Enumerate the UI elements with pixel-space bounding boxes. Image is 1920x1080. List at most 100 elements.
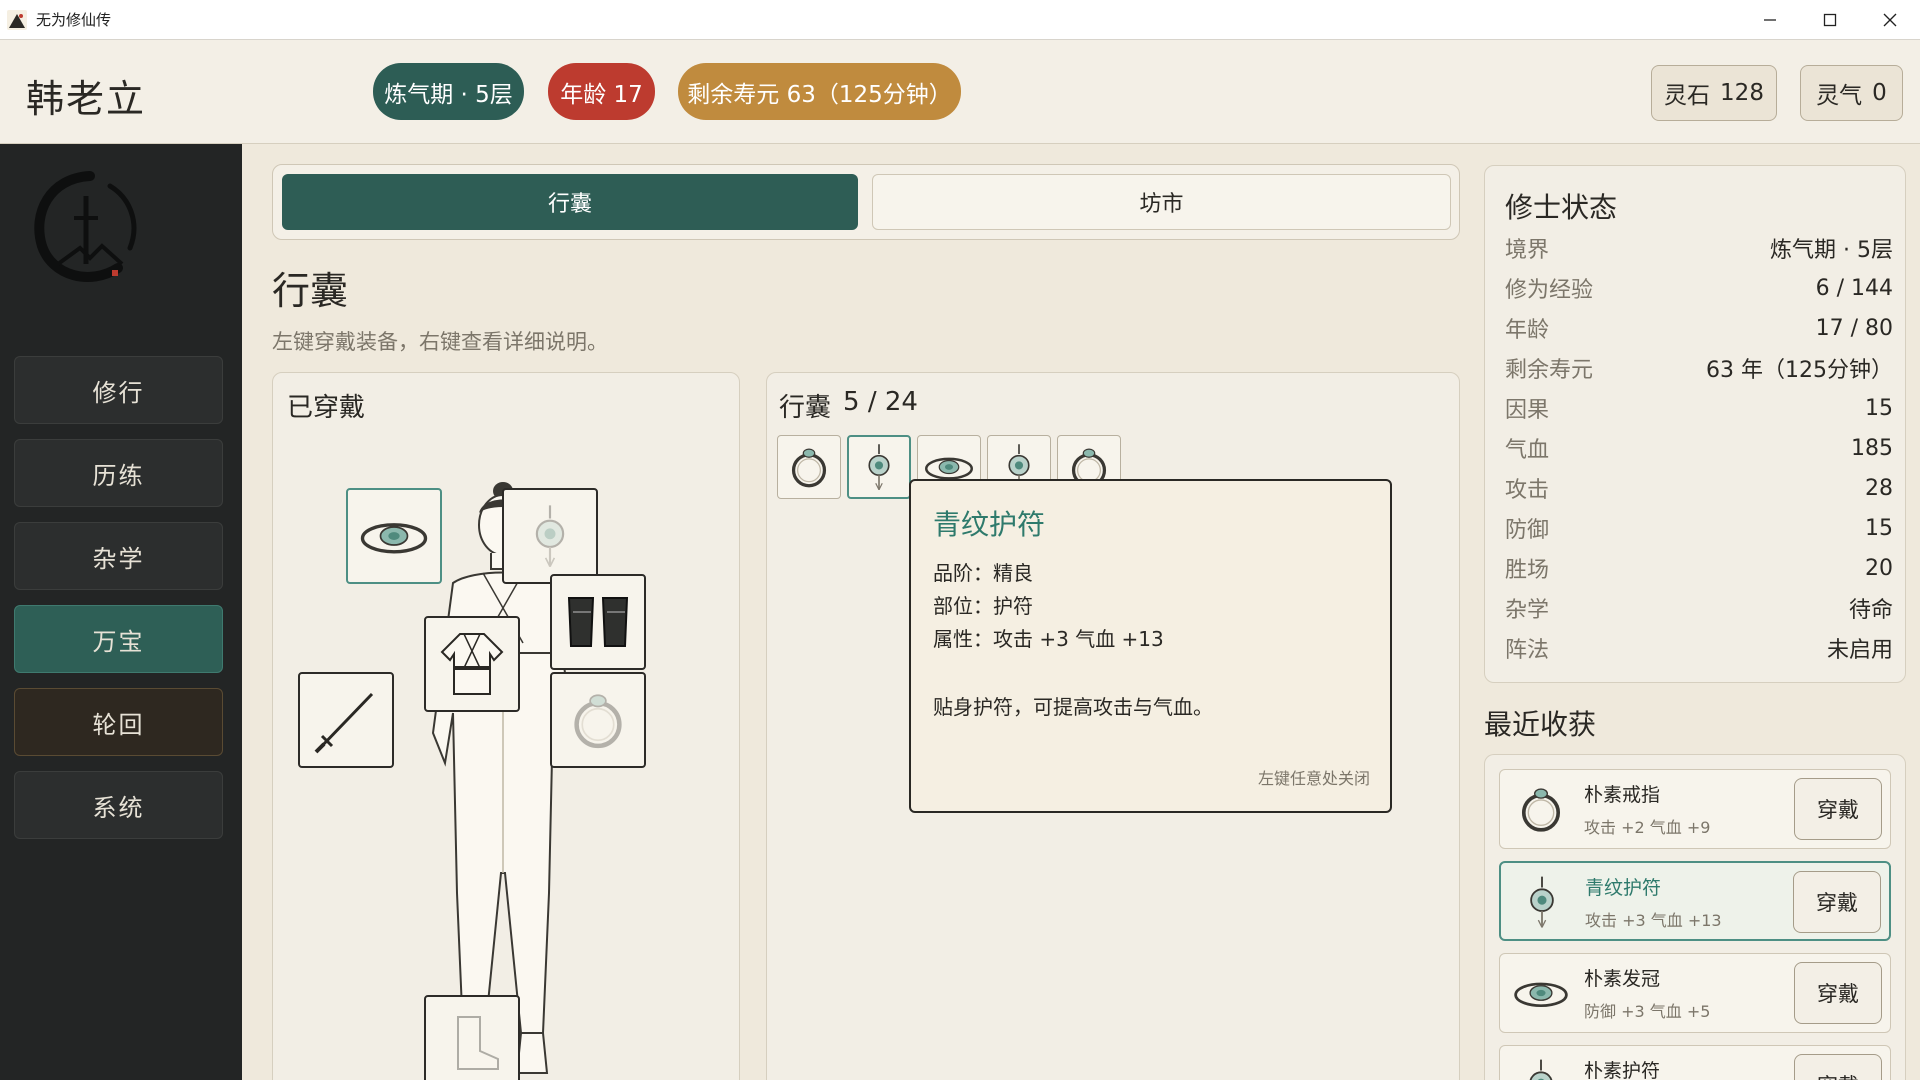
status-panel: 修士状态 境界 炼气期 · 5层 修为经验 6 / 144 年龄 17 / 80 剩余… (1484, 165, 1906, 683)
recent-item-name: 朴素护符 (1584, 1060, 1661, 1080)
sidebar-item-treasures[interactable]: 万宝 (14, 605, 223, 673)
maximize-icon (1823, 13, 1837, 26)
stat-key: 攻击 (1505, 478, 1550, 503)
sidebar-item-reincarnation[interactable]: 轮回 (14, 688, 223, 756)
stat-row: 因果 15 (1505, 388, 1893, 428)
stat-value: 6 / 144 (1815, 275, 1893, 301)
tab-bar: 行囊 坊市 (272, 164, 1460, 240)
crown-icon (360, 523, 428, 554)
close-icon (1883, 13, 1897, 26)
equip-slot-amulet[interactable] (502, 488, 598, 584)
sidebar-item-system[interactable]: 系统 (14, 771, 223, 839)
lifespan-badge: 剩余寿元 63（125分钟） (678, 63, 961, 120)
stat-key: 胜场 (1505, 558, 1550, 583)
stat-value: 未启用 (1826, 638, 1893, 663)
equip-button[interactable]: 穿戴 (1794, 962, 1882, 1024)
sidebar: 修行 历练 杂学 万宝 轮回 系统 (0, 144, 242, 1080)
stat-key: 修为经验 (1505, 278, 1594, 303)
equip-slot-robe[interactable] (424, 616, 520, 712)
recent-item: 朴素发冠 防御 +3 气血 +5 穿戴 (1499, 953, 1891, 1033)
window-title: 无为修仙传 (36, 11, 112, 29)
recent-item-stats: 防御 +3 气血 +5 (1584, 1002, 1711, 1021)
stat-key: 阵法 (1505, 638, 1550, 663)
stat-key: 因果 (1505, 398, 1550, 423)
bag-capacity: 5 / 24 (843, 387, 918, 417)
stat-row: 阵法 未启用 (1505, 628, 1893, 668)
stat-row: 年龄 17 / 80 (1505, 308, 1893, 348)
top-header: 韩老立 炼气期 · 5层 年龄 17 剩余寿元 63（125分钟） 灵石 128… (0, 40, 1920, 144)
robe-icon (440, 633, 504, 695)
title-bar: 无为修仙传 (0, 0, 1920, 40)
spirit-stone-value: 128 (1720, 80, 1764, 106)
stat-key: 年龄 (1505, 318, 1550, 343)
spirit-qi-label: 灵气 (1816, 83, 1863, 109)
page-title: 行囊 (272, 269, 349, 313)
status-title: 修士状态 (1505, 191, 1618, 224)
stat-row: 防御 15 (1505, 508, 1893, 548)
sidebar-item-misc-arts[interactable]: 杂学 (14, 522, 223, 590)
stat-key: 境界 (1505, 238, 1550, 263)
recent-item: 朴素护符 穿戴 (1499, 1045, 1891, 1080)
equip-slot-bracers[interactable] (550, 574, 646, 670)
equip-button[interactable]: 穿戴 (1794, 778, 1882, 840)
recent-title: 最近收获 (1484, 708, 1597, 741)
tooltip-grade: 品阶：精良 (933, 561, 1033, 585)
equip-slot-headwear[interactable] (346, 488, 442, 584)
bag-title: 行囊 (779, 393, 832, 423)
spirit-qi-value: 0 (1872, 80, 1887, 106)
equip-button[interactable]: 穿戴 (1793, 871, 1881, 933)
equipped-panel: 已穿戴 (272, 372, 740, 1080)
bag-slot-2[interactable] (847, 435, 911, 499)
tab-bag[interactable]: 行囊 (282, 174, 858, 230)
equip-slot-ring[interactable] (550, 672, 646, 768)
sidebar-item-training[interactable]: 历练 (14, 439, 223, 507)
age-badge: 年龄 17 (548, 63, 655, 120)
stat-key: 防御 (1505, 518, 1550, 543)
ring-icon (1521, 787, 1561, 832)
recent-item-stats: 攻击 +3 气血 +13 (1585, 911, 1722, 930)
boots-icon (457, 1016, 499, 1070)
minimize-button[interactable] (1740, 0, 1800, 40)
recent-item-name: 朴素戒指 (1584, 784, 1661, 806)
spirit-stone-label: 灵石 (1664, 83, 1711, 109)
stat-value: 28 (1865, 475, 1893, 501)
ring-icon (562, 684, 634, 756)
stat-value: 17 / 80 (1815, 315, 1893, 341)
stat-value: 15 (1865, 395, 1893, 421)
recent-item-name: 朴素发冠 (1584, 968, 1661, 990)
equip-button[interactable]: 穿戴 (1794, 1054, 1882, 1080)
stat-row: 剩余寿元 63 年（125分钟） (1505, 348, 1893, 388)
stat-value: 20 (1865, 555, 1893, 581)
page-hint: 左键穿戴装备，右键查看详细说明。 (272, 330, 608, 354)
stat-key: 杂学 (1505, 598, 1550, 623)
recent-item: 青纹护符 攻击 +3 气血 +13 穿戴 (1499, 861, 1891, 941)
equip-slot-boots[interactable] (424, 995, 520, 1080)
player-name: 韩老立 (26, 77, 147, 121)
tab-market[interactable]: 坊市 (872, 174, 1451, 230)
amulet-icon (868, 443, 890, 491)
equipped-title: 已穿戴 (287, 393, 366, 423)
item-tooltip[interactable]: 青纹护符 品阶：精良 部位：护符 属性：攻击 +3 气血 +13 贴身护符，可提… (909, 479, 1392, 813)
recent-item-name: 青纹护符 (1585, 877, 1662, 899)
equip-slot-weapon[interactable] (298, 672, 394, 768)
stat-value: 炼气期 · 5层 (1770, 238, 1893, 263)
stat-row: 杂学 待命 (1505, 588, 1893, 628)
recent-list[interactable]: 朴素戒指 攻击 +2 气血 +9 穿戴 青纹护符 攻击 +3 气血 +13 穿戴… (1484, 754, 1906, 1080)
stat-key: 气血 (1505, 438, 1550, 463)
sidebar-item-cultivation[interactable]: 修行 (14, 356, 223, 424)
stat-value: 63 年（125分钟） (1706, 358, 1893, 383)
tooltip-item-name: 青纹护符 (933, 508, 1046, 541)
tooltip-description: 贴身护符，可提高攻击与气血。 (933, 695, 1213, 719)
close-button[interactable] (1860, 0, 1920, 40)
stat-row: 气血 185 (1505, 428, 1893, 468)
bag-header: 行囊 5 / 24 (779, 387, 918, 424)
bracers-icon (567, 597, 629, 647)
minimize-icon (1764, 18, 1776, 21)
realm-badge: 炼气期 · 5层 (373, 63, 524, 120)
stat-key: 剩余寿元 (1505, 358, 1594, 383)
app-icon (7, 9, 27, 30)
recent-item-stats: 攻击 +2 气血 +9 (1584, 818, 1711, 837)
maximize-button[interactable] (1800, 0, 1860, 40)
spirit-qi-counter: 灵气 0 (1800, 65, 1903, 121)
bag-slot-1[interactable] (777, 435, 841, 499)
